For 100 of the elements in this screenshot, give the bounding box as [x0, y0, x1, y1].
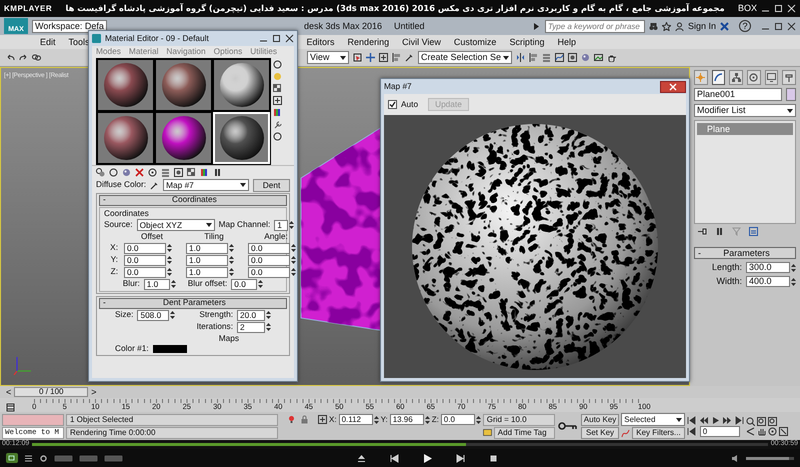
play-icon[interactable]: [422, 454, 432, 462]
field-of-view-icon[interactable]: [746, 426, 755, 436]
number-field[interactable]: 1: [274, 220, 288, 231]
close-icon[interactable]: [285, 34, 294, 43]
close-button[interactable]: [660, 80, 686, 92]
material-icon[interactable]: [122, 168, 131, 177]
go-to-start-icon[interactable]: [686, 426, 696, 436]
go-to-end-icon[interactable]: [734, 416, 744, 424]
menu-item[interactable]: Rendering: [348, 36, 390, 48]
mirror-icon[interactable]: [516, 53, 526, 62]
orbit-icon[interactable]: [768, 426, 777, 436]
pin-icon[interactable]: [698, 227, 707, 236]
binoculars-icon[interactable]: [648, 22, 658, 30]
set-key-button[interactable]: Set Key: [580, 426, 620, 438]
color-bars-icon[interactable]: [200, 168, 209, 177]
settings-icon[interactable]: [39, 454, 48, 462]
stop-icon[interactable]: [488, 454, 498, 462]
show-map-icon[interactable]: [568, 53, 578, 62]
next-icon[interactable]: [456, 454, 464, 462]
layers-icon[interactable]: [542, 53, 552, 62]
transform-mode-icon[interactable]: [379, 53, 388, 62]
arrow-icon[interactable]: [532, 22, 541, 30]
rollout-title[interactable]: Dent Parameters: [106, 298, 283, 308]
number-field[interactable]: 0.0: [124, 242, 166, 254]
sphere-icon[interactable]: [109, 168, 118, 177]
number-field[interactable]: 508.0: [137, 310, 170, 321]
color-swatch[interactable]: [786, 88, 796, 101]
frame-field[interactable]: 0: [700, 426, 740, 436]
checkbox[interactable]: [388, 100, 397, 109]
lock-icon[interactable]: [300, 415, 309, 424]
sphere-icon[interactable]: [273, 132, 282, 141]
menu-item[interactable]: Utilities: [250, 47, 277, 57]
panel-tab[interactable]: [712, 70, 726, 85]
transform-mode-icon[interactable]: [273, 96, 282, 105]
number-field[interactable]: 400.0: [746, 276, 790, 287]
rollout-title[interactable]: Parameters: [701, 248, 792, 258]
wrench-icon[interactable]: [273, 120, 282, 129]
hand-icon[interactable]: [756, 426, 766, 436]
key-mode-dropdown[interactable]: Selected: [621, 413, 685, 426]
star-icon[interactable]: [662, 22, 671, 30]
caret-icon[interactable]: [240, 183, 246, 188]
menu-item[interactable]: Scripting: [509, 36, 544, 48]
number-field[interactable]: 1.0: [186, 242, 228, 254]
workspace-dropdown[interactable]: Workspace: Defa: [32, 20, 107, 32]
help-button[interactable]: ?: [739, 20, 751, 32]
number-field[interactable]: 2: [237, 322, 265, 333]
coordinate-field[interactable]: 0.112: [338, 414, 373, 425]
pause-icon[interactable]: [715, 227, 724, 236]
source-dropdown[interactable]: Object XYZ: [136, 219, 215, 232]
layers-icon[interactable]: [161, 168, 170, 177]
show-map-icon[interactable]: [174, 168, 183, 177]
auto-key-button[interactable]: Auto Key: [580, 414, 620, 426]
x-icon[interactable]: [720, 22, 729, 30]
eyedropper-icon[interactable]: [405, 53, 414, 62]
selection-set-dropdown[interactable]: Create Selection Se: [418, 51, 512, 64]
number-field[interactable]: 20.0: [237, 310, 265, 321]
number-field[interactable]: 1.0: [186, 266, 228, 278]
transform-mode-icon[interactable]: [318, 415, 327, 424]
close-icon[interactable]: [787, 22, 796, 30]
speaker-icon[interactable]: [731, 454, 740, 462]
number-field[interactable]: 300.0: [746, 262, 790, 273]
sphere-icon[interactable]: [273, 60, 282, 69]
eject-icon[interactable]: [356, 454, 366, 462]
scroll-right-button[interactable]: >: [91, 386, 97, 398]
lightbulb-icon[interactable]: [287, 415, 296, 424]
menu-item[interactable]: Options: [214, 47, 242, 57]
3d-mode-icon[interactable]: [6, 453, 18, 463]
number-field[interactable]: 0.0: [248, 254, 290, 266]
menu-item[interactable]: Customize: [454, 36, 496, 48]
menu-item[interactable]: Material: [128, 47, 158, 57]
orbit-icon[interactable]: [148, 168, 157, 177]
object-name-field[interactable]: Plane001: [694, 88, 782, 101]
rollout-bar[interactable]: - Coordinates: [99, 194, 287, 206]
chain-link-icon[interactable]: [32, 53, 41, 62]
caret-icon[interactable]: [676, 418, 682, 422]
panel-tab[interactable]: [782, 70, 796, 85]
number-field[interactable]: 0.0: [124, 254, 166, 266]
key-filters-button[interactable]: Key Filters...: [632, 427, 685, 439]
coordinate-field[interactable]: 0.0: [440, 414, 475, 425]
timeline-icon[interactable]: [6, 403, 15, 412]
render-frame-icon[interactable]: [594, 53, 604, 62]
seek-bar[interactable]: [32, 443, 768, 446]
zoom-icon[interactable]: [746, 416, 755, 426]
move-icon[interactable]: [366, 53, 375, 62]
caret-icon[interactable]: [787, 108, 793, 112]
rollout-title[interactable]: Coordinates: [106, 195, 283, 205]
go-to-start-icon[interactable]: [686, 416, 696, 424]
menu-item[interactable]: Civil View: [402, 36, 441, 48]
caret-icon[interactable]: [206, 223, 212, 228]
caret-icon[interactable]: [503, 56, 510, 60]
add-time-tag-button[interactable]: Add Time Tag: [494, 426, 555, 438]
time-tag-icon[interactable]: [482, 428, 492, 437]
collapse-toggle[interactable]: -: [698, 248, 701, 258]
panel-tab[interactable]: [764, 70, 778, 85]
previous-icon[interactable]: [390, 454, 398, 462]
map-type-button[interactable]: Dent: [253, 178, 290, 192]
rollout-bar[interactable]: - Dent Parameters: [99, 298, 287, 309]
configure-icon[interactable]: [749, 227, 758, 236]
redo-icon[interactable]: [19, 53, 28, 62]
menu-item[interactable]: Edit: [40, 36, 56, 48]
